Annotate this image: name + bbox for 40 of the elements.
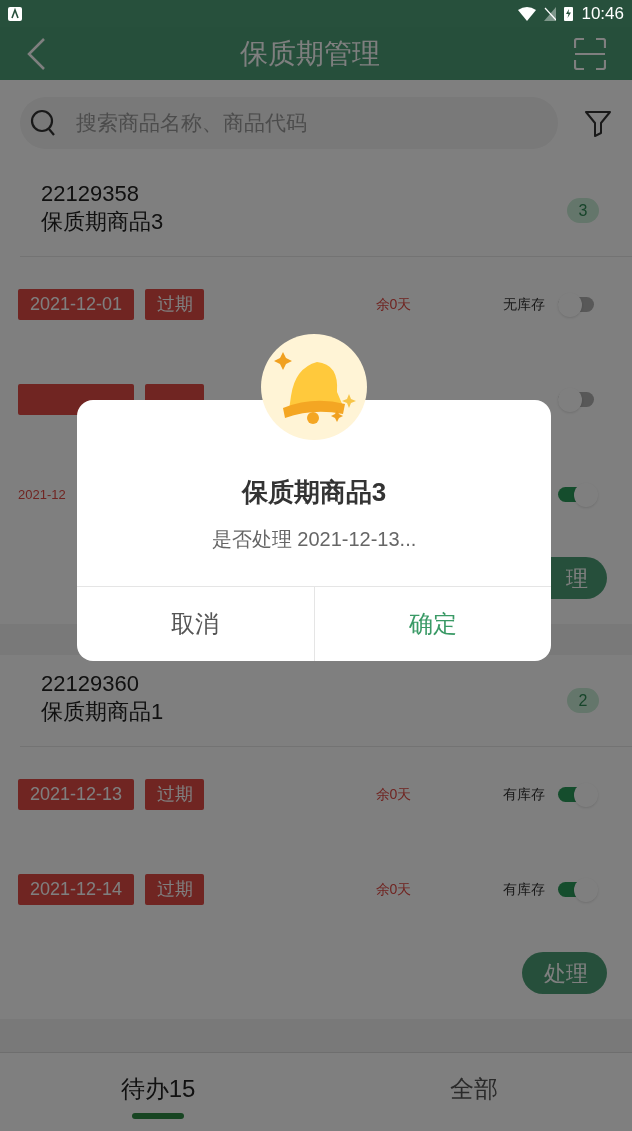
search-icon bbox=[30, 108, 56, 137]
bottom-tab[interactable]: 待办15 bbox=[0, 1053, 316, 1131]
product-name: 保质期商品1 bbox=[41, 697, 164, 726]
expiry-date: 2021-12 bbox=[18, 485, 66, 504]
page-title: 保质期管理 bbox=[240, 36, 380, 71]
cancel-button[interactable]: 取消 bbox=[77, 587, 314, 661]
scan-icon[interactable] bbox=[574, 37, 606, 70]
confirm-button[interactable]: 确定 bbox=[313, 587, 551, 661]
product-code: 22129360 bbox=[41, 669, 140, 698]
product-name: 保质期商品3 bbox=[41, 207, 164, 236]
expiry-date-tag: 2021-12-01 bbox=[18, 289, 134, 320]
no-signal-icon bbox=[544, 6, 557, 21]
app-notification-icon bbox=[8, 6, 22, 21]
stock-label: 无库存 bbox=[503, 295, 545, 314]
dialog-title: 保质期商品3 bbox=[241, 476, 387, 509]
stock-toggle[interactable] bbox=[558, 782, 598, 807]
bell-icon bbox=[261, 334, 367, 440]
expired-tag: 过期 bbox=[145, 874, 204, 905]
product-code: 22129358 bbox=[41, 179, 140, 208]
bottom-tab[interactable]: 全部 bbox=[316, 1053, 632, 1131]
expiry-date-tag: 2021-12-13 bbox=[18, 779, 134, 810]
status-time: 10:46 bbox=[581, 2, 624, 25]
filter-icon[interactable] bbox=[584, 108, 612, 137]
stock-label: 有库存 bbox=[503, 785, 545, 804]
expired-tag: 过期 bbox=[145, 289, 204, 320]
days-remaining: 余0天 bbox=[375, 880, 412, 899]
expiry-date-tag: 2021-12-14 bbox=[18, 874, 134, 905]
stock-label: 有库存 bbox=[503, 880, 545, 899]
count-badge: 3 bbox=[567, 198, 599, 223]
battery-icon bbox=[564, 6, 574, 21]
stock-toggle[interactable] bbox=[558, 877, 598, 902]
back-icon[interactable] bbox=[26, 36, 46, 71]
stock-toggle[interactable] bbox=[558, 482, 598, 507]
process-button[interactable]: 处理 bbox=[522, 952, 607, 994]
dialog-message: 是否处理 2021-12-13... bbox=[211, 527, 417, 552]
wifi-icon bbox=[518, 6, 537, 21]
expired-tag: 过期 bbox=[145, 779, 204, 810]
count-badge: 2 bbox=[567, 688, 599, 713]
days-remaining: 余0天 bbox=[375, 295, 412, 314]
days-remaining: 余0天 bbox=[375, 785, 412, 804]
